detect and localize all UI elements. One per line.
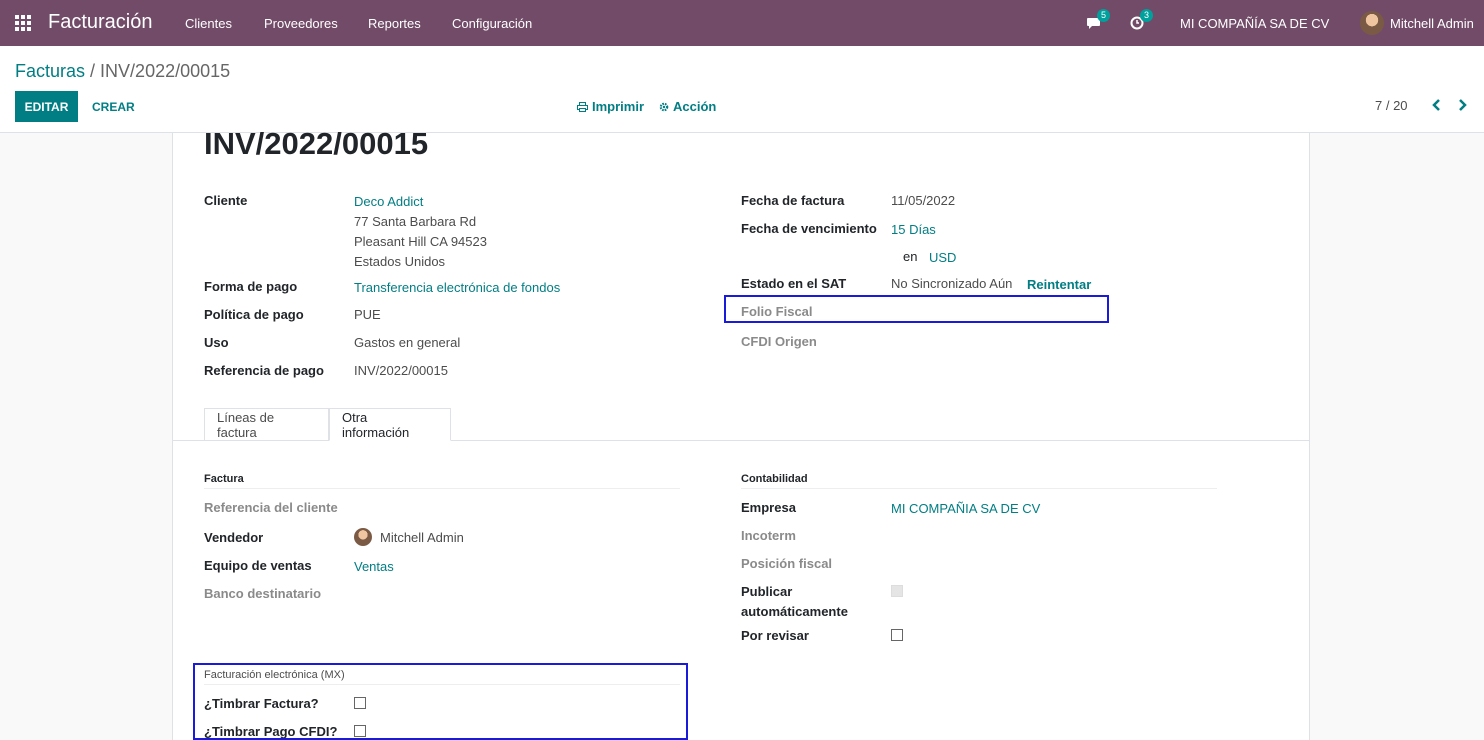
accounting-section-divider [741, 488, 1217, 489]
user-avatar [1360, 11, 1384, 35]
activities-button[interactable]: 3 [1130, 0, 1153, 46]
control-panel: Facturas / INV/2022/00015 EDITAR CREAR I… [0, 46, 1484, 133]
customer-ref-label: Referencia del cliente [204, 500, 338, 515]
company-label: Empresa [741, 500, 796, 515]
breadcrumb-facturas[interactable]: Facturas [15, 61, 85, 81]
to-check-label: Por revisar [741, 628, 809, 643]
tab-other-info[interactable]: Otra información [329, 408, 451, 441]
sales-team-link[interactable]: Ventas [354, 559, 394, 574]
due-date-link[interactable]: 15 Días [891, 222, 936, 237]
breadcrumb-separator: / [85, 61, 101, 81]
edit-button[interactable]: EDITAR [15, 91, 78, 122]
currency-prefix: en [903, 249, 918, 264]
apps-menu-icon[interactable] [15, 15, 31, 31]
create-button[interactable]: CREAR [92, 100, 135, 114]
pager-previous[interactable] [1430, 97, 1442, 113]
tab-invoice-lines[interactable]: Líneas de factura [204, 408, 329, 441]
to-check-checkbox[interactable] [891, 629, 903, 641]
top-navbar: Facturación Clientes Proveedores Reporte… [0, 0, 1484, 46]
edi-highlight [193, 663, 688, 740]
cfdi-origin-label: CFDI Origen [741, 334, 817, 349]
address-line-2: Pleasant Hill CA 94523 [354, 234, 487, 249]
pager-value[interactable]: 7 / 20 [1375, 98, 1408, 113]
address-line-3: Estados Unidos [354, 254, 446, 269]
usage-value: Gastos en general [354, 335, 461, 350]
invoice-date-value: 11/05/2022 [891, 193, 956, 208]
retry-button[interactable]: Reintentar [1027, 277, 1091, 292]
usage-label: Uso [204, 335, 229, 350]
breadcrumb-current: INV/2022/00015 [100, 61, 231, 81]
payment-form-label: Forma de pago [204, 279, 298, 294]
folio-fiscal-highlight [724, 295, 1109, 323]
menu-configuracion[interactable]: Configuración [452, 16, 532, 31]
fiscal-position-label: Posición fiscal [741, 556, 833, 571]
payment-ref-value: INV/2022/00015 [354, 363, 448, 378]
salesperson-value[interactable]: Mitchell Admin [380, 530, 464, 545]
sat-status-value: No Sincronizado Aún [891, 276, 1013, 291]
accounting-section-title: Contabilidad [741, 473, 808, 485]
salesperson-avatar [354, 528, 372, 546]
menu-reportes[interactable]: Reportes [368, 16, 421, 31]
breadcrumb: Facturas / INV/2022/00015 [15, 61, 230, 82]
print-label: Imprimir [592, 99, 645, 114]
messages-badge: 5 [1097, 9, 1110, 22]
invoice-section-divider [204, 488, 680, 489]
auto-post-label-1: Publicar [741, 584, 793, 599]
company-switcher[interactable]: MI COMPAÑÍA SA DE CV [1180, 0, 1329, 46]
bank-label: Banco destinatario [204, 586, 322, 601]
action-button[interactable]: Acción [659, 99, 716, 114]
activities-badge: 3 [1140, 9, 1153, 22]
customer-label: Cliente [204, 193, 248, 208]
chevron-right-icon [1459, 99, 1467, 111]
company-link[interactable]: MI COMPAÑIA SA DE CV [891, 501, 1040, 516]
action-label: Acción [673, 99, 717, 114]
salesperson-label: Vendedor [204, 530, 264, 545]
messages-button[interactable]: 5 [1087, 0, 1110, 46]
menu-proveedores[interactable]: Proveedores [264, 16, 338, 31]
auto-post-checkbox [891, 585, 903, 597]
record-title: INV/2022/00015 [204, 126, 429, 161]
sales-team-label: Equipo de ventas [204, 558, 312, 573]
customer-link[interactable]: Deco Addict [354, 194, 423, 209]
user-menu[interactable]: Mitchell Admin [1360, 0, 1474, 46]
address-line-1: 77 Santa Barbara Rd [354, 214, 477, 229]
payment-policy-label: Política de pago [204, 307, 304, 322]
print-button[interactable]: Imprimir [577, 99, 644, 114]
auto-post-label-2: automáticamente [741, 604, 848, 619]
payment-form-link[interactable]: Transferencia electrónica de fondos [354, 280, 560, 295]
gear-icon [659, 102, 669, 111]
currency-link[interactable]: USD [929, 250, 956, 265]
sat-status-label: Estado en el SAT [741, 276, 847, 291]
invoice-section-title: Factura [204, 473, 244, 485]
payment-policy-value: PUE [354, 307, 381, 322]
payment-ref-label: Referencia de pago [204, 363, 324, 378]
due-date-label: Fecha de vencimiento [741, 221, 877, 236]
pager-next[interactable] [1457, 97, 1469, 113]
user-name: Mitchell Admin [1390, 15, 1474, 31]
chevron-left-icon [1432, 99, 1440, 111]
menu-clientes[interactable]: Clientes [185, 16, 232, 31]
app-title[interactable]: Facturación [48, 11, 153, 34]
print-icon [577, 101, 588, 112]
invoice-date-label: Fecha de factura [741, 193, 845, 208]
incoterm-label: Incoterm [741, 528, 796, 543]
